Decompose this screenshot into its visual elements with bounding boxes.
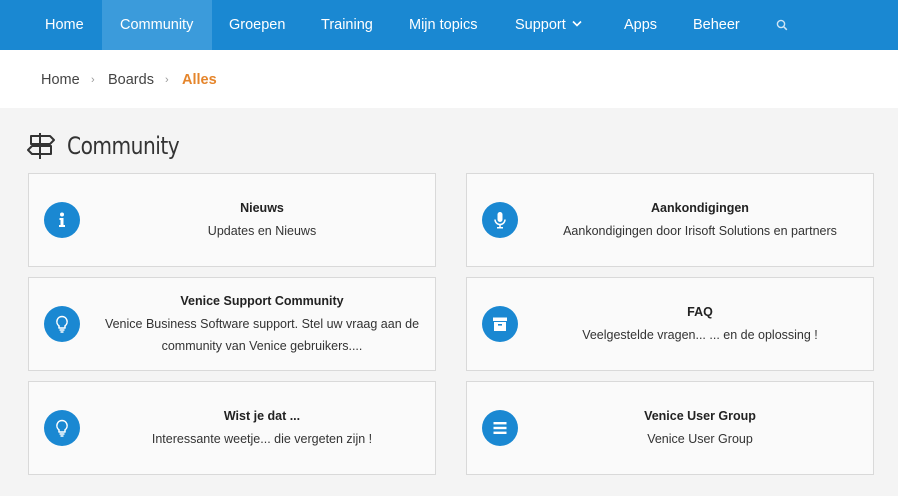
board-card-body: Nieuws Updates en Nieuws (99, 174, 425, 266)
nav-item-label: Groepen (229, 17, 286, 33)
breadcrumb-separator: › (91, 74, 95, 86)
nav-item-label: Support (515, 17, 566, 33)
chevron-down-icon (572, 0, 582, 48)
nav-item-groepen[interactable]: Groepen (229, 0, 285, 50)
nav-item-home[interactable]: Home (45, 0, 84, 50)
signpost-icon (26, 131, 56, 161)
page-title: Community (67, 132, 180, 160)
board-title[interactable]: Venice User Group (644, 407, 756, 426)
lightbulb-icon (44, 306, 80, 342)
board-card-wist-je-dat[interactable]: Wist je dat ... Interessante weetje... d… (28, 381, 436, 475)
nav-item-label: Community (120, 17, 194, 33)
board-card-nieuws[interactable]: Nieuws Updates en Nieuws (28, 173, 436, 267)
board-card-venice-user-group[interactable]: Venice User Group Venice User Group (466, 381, 874, 475)
board-description: Venice User Group (647, 431, 753, 446)
nav-item-support[interactable]: Support (515, 0, 582, 50)
breadcrumb-home[interactable]: Home (41, 50, 80, 110)
board-title[interactable]: Venice Support Community (180, 292, 343, 311)
top-navigation: Home Community Groepen Training Mijn top… (0, 0, 898, 50)
board-card-body: Venice Support Community Venice Business… (99, 278, 425, 370)
nav-item-training[interactable]: Training (321, 0, 373, 50)
nav-item-label: Beheer (693, 17, 740, 33)
board-card-body: Wist je dat ... Interessante weetje... d… (99, 382, 425, 474)
board-description: Aankondigingen door Irisoft Solutions en… (563, 223, 837, 238)
nav-item-mijn-topics[interactable]: Mijn topics (409, 0, 478, 50)
breadcrumb-current: Alles (182, 72, 217, 88)
nav-item-beheer[interactable]: Beheer (693, 0, 740, 50)
list-icon (482, 410, 518, 446)
board-card-faq[interactable]: FAQ Veelgestelde vragen... ... en de opl… (466, 277, 874, 371)
search-icon[interactable] (776, 19, 788, 33)
nav-item-apps[interactable]: Apps (624, 0, 657, 50)
board-card-body: Aankondigingen Aankondigingen door Iriso… (537, 174, 863, 266)
microphone-icon (482, 202, 518, 238)
board-description: Updates en Nieuws (207, 223, 317, 238)
board-title[interactable]: Nieuws (240, 199, 284, 218)
breadcrumb-separator: › (165, 74, 169, 86)
archive-icon (482, 306, 518, 342)
nav-item-label: Training (321, 17, 373, 33)
board-title[interactable]: Wist je dat ... (224, 407, 300, 426)
nav-item-label: Home (45, 17, 84, 33)
nav-item-community[interactable]: Community (102, 0, 212, 50)
board-title[interactable]: FAQ (687, 303, 713, 322)
nav-item-label: Mijn topics (409, 17, 478, 33)
board-description: Interessante weetje... die vergeten zijn… (151, 431, 373, 446)
lightbulb-icon (44, 410, 80, 446)
breadcrumb-boards[interactable]: Boards (108, 50, 154, 110)
board-card-venice-support-community[interactable]: Venice Support Community Venice Business… (28, 277, 436, 371)
board-card-body: FAQ Veelgestelde vragen... ... en de opl… (537, 278, 863, 370)
board-card-body: Venice User Group Venice User Group (537, 382, 863, 474)
board-card-aankondigingen[interactable]: Aankondigingen Aankondigingen door Iriso… (466, 173, 874, 267)
board-title[interactable]: Aankondigingen (651, 199, 749, 218)
info-icon (44, 202, 80, 238)
nav-item-label: Apps (624, 17, 658, 33)
board-description: Veelgestelde vragen... ... en de oplossi… (582, 327, 818, 342)
breadcrumb: Home › Boards › Alles (0, 50, 898, 108)
board-description: Venice Business Software support. Stel u… (104, 316, 420, 353)
